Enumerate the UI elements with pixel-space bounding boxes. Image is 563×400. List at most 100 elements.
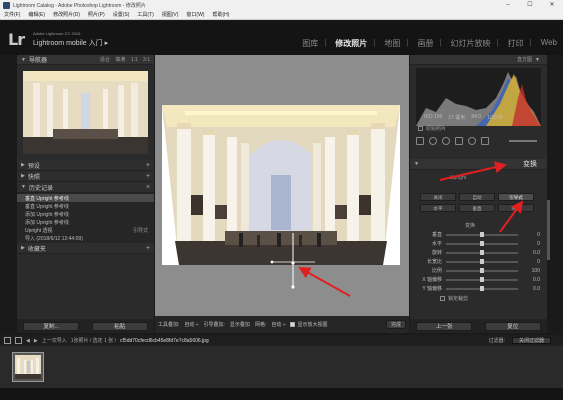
menu-window[interactable]: 窗口(W) — [186, 11, 204, 18]
expand-triangle-icon[interactable]: ▶ — [21, 173, 25, 179]
graduated-filter-icon[interactable] — [455, 137, 463, 145]
copy-button[interactable]: 复制... — [23, 321, 80, 331]
reset-button[interactable]: 复位 — [484, 321, 541, 331]
module-develop[interactable]: 修改照片 — [335, 38, 367, 49]
original-photo-checkbox[interactable] — [418, 126, 423, 131]
slider-value[interactable]: 0.0 — [533, 277, 540, 283]
zoom-1-1[interactable]: 1:1 — [131, 57, 138, 63]
collections-header[interactable]: ▶ 收藏夹 + — [17, 243, 154, 254]
menu-view[interactable]: 视图(V) — [162, 11, 179, 18]
x-offset-slider[interactable]: X 轴偏移 0.0 — [420, 276, 540, 283]
slider-track[interactable] — [446, 231, 518, 237]
slider-track[interactable] — [446, 276, 518, 282]
upright-guided-button[interactable]: 引导式 — [498, 193, 534, 201]
slider-value[interactable]: 0.0 — [533, 286, 540, 292]
upright-full-button[interactable]: 完全 — [498, 204, 534, 212]
scale-slider[interactable]: 比例 100 — [420, 267, 540, 274]
expand-triangle-icon[interactable]: ▶ — [21, 162, 25, 168]
zoom-fill[interactable]: 填满 — [115, 57, 125, 63]
menu-file[interactable]: 文件(F) — [4, 11, 20, 18]
clear-history-icon[interactable]: × — [146, 184, 150, 191]
filmstrip-thumbnail[interactable] — [12, 352, 44, 382]
collapse-triangle-icon[interactable]: ▼ — [21, 57, 26, 63]
module-web[interactable]: Web — [541, 38, 557, 49]
upright-off-button[interactable]: 关闭 — [420, 193, 456, 201]
slider-value[interactable]: 0.0 — [533, 250, 540, 256]
right-panel-scrollbar[interactable] — [547, 200, 550, 260]
add-preset-icon[interactable]: + — [146, 162, 150, 169]
loupe-checkbox[interactable] — [290, 322, 296, 327]
adjustment-brush-icon[interactable] — [481, 137, 489, 145]
horizontal-slider[interactable]: 水平 0 — [420, 240, 540, 247]
module-library[interactable]: 图库 — [302, 38, 318, 49]
slider-knob[interactable] — [480, 240, 484, 246]
slider-track[interactable] — [446, 249, 518, 255]
main-photo[interactable] — [155, 55, 409, 316]
zoom-3-1[interactable]: 3:1 — [143, 57, 150, 63]
slider-value[interactable]: 100 — [532, 268, 540, 274]
transform-header[interactable]: ▼ 变换 — [410, 159, 547, 170]
grid-view-icon[interactable] — [4, 337, 11, 344]
slider-knob[interactable] — [480, 285, 484, 291]
expand-triangle-icon[interactable]: ▶ — [21, 245, 25, 251]
history-item[interactable]: 添加 Upright 参考线 — [17, 218, 154, 226]
slider-knob[interactable] — [480, 249, 484, 255]
slider-track[interactable] — [446, 258, 518, 264]
menu-settings[interactable]: 设置(S) — [113, 11, 130, 18]
slider-track[interactable] — [446, 285, 518, 291]
histogram-header[interactable]: 直方图 ▼ — [410, 55, 547, 65]
snapshots-header[interactable]: ▶ 快照 + — [17, 171, 154, 182]
y-offset-slider[interactable]: Y 轴偏移 0.0 — [420, 285, 540, 292]
slider-knob[interactable] — [480, 231, 484, 237]
module-book[interactable]: 画册 — [417, 38, 433, 49]
module-map[interactable]: 地图 — [384, 38, 400, 49]
slider-track[interactable] — [446, 240, 518, 246]
rotate-slider[interactable]: 旋转 0.0 — [420, 249, 540, 256]
zoom-fit[interactable]: 适合 — [100, 57, 110, 63]
slider-knob[interactable] — [480, 258, 484, 264]
photo-canvas[interactable] — [155, 55, 409, 316]
back-arrow-icon[interactable]: ◀ — [26, 338, 30, 344]
module-slideshow[interactable]: 幻灯片放映 — [451, 38, 491, 49]
original-photo-toggle[interactable]: 原始照片 — [418, 125, 446, 132]
menu-develop[interactable]: 修改照片(D) — [53, 11, 80, 18]
previous-button[interactable]: 上一张 — [416, 321, 473, 331]
minimize-button[interactable]: – — [497, 0, 519, 10]
crop-tool-icon[interactable] — [416, 137, 424, 145]
maximize-button[interactable]: ☐ — [519, 0, 541, 10]
menu-help[interactable]: 帮助(H) — [212, 11, 229, 18]
paste-button[interactable]: 粘贴 — [91, 321, 148, 331]
filmstrip-source[interactable]: 上一次导入 — [42, 337, 67, 344]
tool-overlay-select[interactable]: 自动 ÷ — [184, 321, 198, 328]
upright-level-button[interactable]: 水平 — [420, 204, 456, 212]
history-item[interactable]: 导入 (2018/6/12 12:44:09) — [17, 234, 154, 242]
red-eye-icon[interactable] — [442, 137, 450, 145]
slider-knob[interactable] — [480, 267, 484, 273]
navigator-preview[interactable] — [23, 71, 148, 154]
slider-knob[interactable] — [480, 276, 484, 282]
collapse-triangle-icon[interactable]: ▼ — [414, 161, 419, 167]
forward-arrow-icon[interactable]: ▶ — [34, 338, 38, 344]
history-item[interactable]: 垂直 Upright 参考线 — [17, 202, 154, 210]
history-item[interactable]: 垂直 Upright 参考线 — [17, 194, 154, 202]
slider-value[interactable]: 0 — [537, 241, 540, 247]
crop-lock-checkbox[interactable] — [440, 296, 445, 301]
slider-value[interactable]: 0 — [537, 232, 540, 238]
collapse-triangle-icon[interactable]: ▼ — [21, 184, 26, 190]
menu-tools[interactable]: 工具(T) — [137, 11, 153, 18]
module-print[interactable]: 打印 — [508, 38, 524, 49]
history-item[interactable]: 添加 Upright 参考线 — [17, 210, 154, 218]
add-collection-icon[interactable]: + — [146, 245, 150, 252]
done-button[interactable]: 完成 — [385, 320, 406, 329]
menu-edit[interactable]: 编辑(E) — [28, 11, 45, 18]
tool-slider[interactable] — [509, 140, 537, 142]
close-button[interactable]: ✕ — [541, 0, 563, 10]
slider-value[interactable]: 0 — [537, 259, 540, 265]
collapse-triangle-icon[interactable]: ▼ — [535, 57, 540, 63]
aspect-slider[interactable]: 长宽比 0 — [420, 258, 540, 265]
add-snapshot-icon[interactable]: + — [146, 173, 150, 180]
second-window-icon[interactable] — [15, 337, 22, 344]
navigator-header[interactable]: ▼ 导航器 适合 填满 1:1 3:1 — [17, 55, 154, 65]
menu-photo[interactable]: 照片(P) — [88, 11, 105, 18]
identity-mobile-link[interactable]: Lightroom mobile 入门 ▸ — [33, 38, 108, 48]
